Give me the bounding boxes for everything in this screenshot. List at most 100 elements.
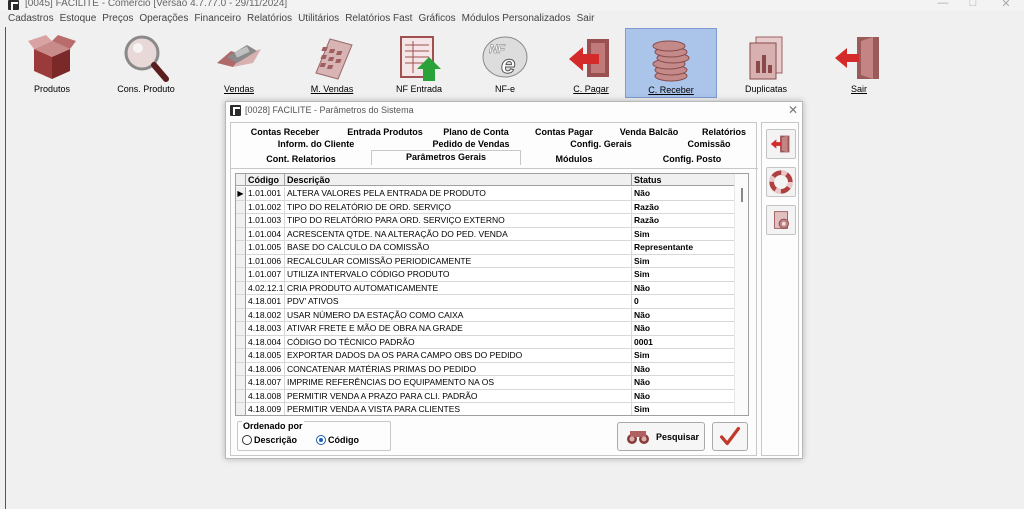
menu-graficos[interactable]: Gráficos <box>418 11 455 27</box>
toolbar-duplicatas[interactable]: Duplicatas <box>720 28 812 98</box>
grid-header-status[interactable]: Status <box>632 174 736 186</box>
grid-header-codigo[interactable]: Código <box>246 174 285 186</box>
toolbar-cons-produto[interactable]: Cons. Produto <box>100 28 192 98</box>
close-button[interactable]: ✕ <box>995 0 1017 11</box>
table-row[interactable]: 4.18.007 IMPRIME REFERÊNCIAS DO EQUIPAMEN… <box>236 376 736 390</box>
cell-status: Representante <box>632 241 736 255</box>
tab-entrada-produtos[interactable]: Entrada Produtos <box>339 126 431 138</box>
main-toolbar: Produtos Cons. Produto Vendas M. Vendas … <box>10 27 1020 99</box>
side-help-button[interactable] <box>766 167 796 197</box>
toolbar-c-pagar[interactable]: C. Pagar <box>545 28 637 98</box>
pay-icon <box>569 39 609 77</box>
cell-descricao: CÓDIGO DO TÉCNICO PADRÃO <box>285 335 632 349</box>
table-row[interactable]: 4.18.008 PERMITIR VENDA A PRAZO PARA CLI.… <box>236 389 736 403</box>
tab-inform-cliente[interactable]: Inform. do Cliente <box>231 138 401 150</box>
cell-status: Não <box>632 187 736 201</box>
menu-cadastros[interactable]: Cadastros <box>8 11 54 27</box>
toolbar-c-receber[interactable]: C. Receber <box>625 28 717 98</box>
menu-relatorios[interactable]: Relatórios <box>247 11 292 27</box>
menu-modulos-personalizados[interactable]: Módulos Personalizados <box>462 11 571 27</box>
menu-precos[interactable]: Preços <box>102 11 133 27</box>
table-row[interactable]: 4.18.005 EXPORTAR DADOS DA OS PARA CAMPO … <box>236 349 736 363</box>
row-indicator <box>236 308 246 322</box>
tab-cont-relatorios[interactable]: Cont. Relatorios <box>231 153 371 165</box>
magnifier-icon <box>124 35 169 82</box>
minimize-button[interactable]: — <box>932 0 954 11</box>
toolbar-vendas[interactable]: Vendas <box>193 28 285 98</box>
dialog-close-button[interactable]: ✕ <box>788 103 798 117</box>
tab-modulos[interactable]: Módulos <box>521 153 627 165</box>
tab-venda-balcao[interactable]: Venda Balcão <box>607 126 691 138</box>
menu-estoque[interactable]: Estoque <box>60 11 97 27</box>
table-row[interactable]: 1.01.005 BASE DO CALCULO DA COMISSÃO Repre… <box>236 241 736 255</box>
cell-descricao: UTILIZA INTERVALO CÓDIGO PRODUTO <box>285 268 632 282</box>
tab-plano-de-conta[interactable]: Plano de Conta <box>431 126 521 138</box>
side-exit-button[interactable] <box>766 129 796 159</box>
table-row[interactable]: 1.01.006 RECALCULAR COMISSÃO PERIODICAMEN… <box>236 254 736 268</box>
toolbar-m-vendas[interactable]: M. Vendas <box>286 28 378 98</box>
table-row[interactable]: 4.18.006 CONCATENAR MATÉRIAS PRIMAS DO PE… <box>236 362 736 376</box>
cell-codigo: 1.01.004 <box>246 227 285 241</box>
cell-status: Sim <box>632 227 736 241</box>
tab-contas-pagar[interactable]: Contas Pagar <box>521 126 607 138</box>
row-indicator <box>236 268 246 282</box>
row-indicator <box>236 335 246 349</box>
menu-bar: Cadastros Estoque Preços Operações Finan… <box>0 11 1024 27</box>
toolbar-label: Sair <box>850 84 867 94</box>
grid-indicator-header <box>236 174 246 186</box>
table-row[interactable]: 4.18.009 PERMITIR VENDA A VISTA PARA CLIE… <box>236 403 736 415</box>
radio-label: Descrição <box>254 435 298 445</box>
radio-order-codigo[interactable]: Código <box>316 435 359 447</box>
table-row[interactable]: 1.01.003 TIPO DO RELATÓRIO PARA ORD. SERV… <box>236 214 736 228</box>
cell-codigo: 4.18.008 <box>246 389 285 403</box>
cell-status: Razão <box>632 200 736 214</box>
documents-icon <box>749 36 783 80</box>
tab-divider <box>231 168 758 169</box>
toolbar-nfe[interactable]: NF e NF-e <box>459 28 551 98</box>
table-row[interactable]: 4.18.002 USAR NÚMERO DA ESTAÇÃO COMO CAIX… <box>236 308 736 322</box>
cell-status: 0001 <box>632 335 736 349</box>
side-settings-button[interactable] <box>766 205 796 235</box>
coins-icon <box>652 40 690 82</box>
menu-relatorios-fast[interactable]: Relatórios Fast <box>345 11 412 27</box>
row-indicator <box>236 241 246 255</box>
tab-relatorios[interactable]: Relatórios <box>691 126 757 138</box>
cell-status: Não <box>632 376 736 390</box>
toolbar-produtos[interactable]: Produtos <box>6 28 98 98</box>
table-row[interactable]: 4.18.004 CÓDIGO DO TÉCNICO PADRÃO 0001 <box>236 335 736 349</box>
table-row[interactable]: 1.01.004 ACRESCENTA QTDE. NA ALTERAÇÃO DO… <box>236 227 736 241</box>
table-row[interactable]: ▶ 1.01.001 ALTERA VALORES PELA ENTRADA DE … <box>236 187 736 201</box>
cell-status: Não <box>632 362 736 376</box>
cell-descricao: USAR NÚMERO DA ESTAÇÃO COMO CAIXA <box>285 308 632 322</box>
tab-pedido-de-vendas[interactable]: Pedido de Vendas <box>401 138 541 150</box>
tab-config-posto[interactable]: Config. Posto <box>627 153 757 165</box>
menu-sair[interactable]: Sair <box>577 11 595 27</box>
table-row[interactable]: 4.18.003 ATIVAR FRETE E MÃO DE OBRA NA GR… <box>236 322 736 336</box>
toolbar-nf-entrada[interactable]: NF Entrada <box>373 28 465 98</box>
grid-header-descricao[interactable]: Descrição <box>285 174 632 186</box>
table-row[interactable]: 4.18.001 PDV' ATIVOS 0 <box>236 295 736 309</box>
row-indicator <box>236 200 246 214</box>
radio-order-descricao[interactable]: Descrição <box>242 435 297 447</box>
scrollbar-thumb[interactable] <box>741 188 743 202</box>
tab-parametros-gerais[interactable]: Parâmetros Gerais <box>371 150 521 165</box>
maximize-button[interactable]: □ <box>962 0 984 11</box>
tab-comissao[interactable]: Comissão <box>661 138 757 150</box>
search-button[interactable]: Pesquisar <box>617 422 705 451</box>
table-row[interactable]: 1.01.007 UTILIZA INTERVALO CÓDIGO PRODUTO… <box>236 268 736 282</box>
gear-doc-icon <box>774 211 789 229</box>
tab-contas-receber[interactable]: Contas Receber <box>231 126 339 138</box>
menu-utilitarios[interactable]: Utilitários <box>298 11 339 27</box>
table-row[interactable]: 1.01.002 TIPO DO RELATÓRIO DE ORD. SERVIÇ… <box>236 200 736 214</box>
exit-door-icon <box>835 37 879 79</box>
tab-config-gerais[interactable]: Config. Gerais <box>541 138 661 150</box>
cell-descricao: ACRESCENTA QTDE. NA ALTERAÇÃO DO PED. VE… <box>285 227 632 241</box>
toolbar-sair[interactable]: Sair <box>813 28 905 98</box>
menu-operacoes[interactable]: Operações <box>139 11 188 27</box>
menu-financeiro[interactable]: Financeiro <box>194 11 241 27</box>
grid-scrollbar[interactable] <box>734 174 748 415</box>
confirm-button[interactable] <box>712 422 748 451</box>
parameters-grid[interactable]: Código Descrição Status ▶ 1.01.001 ALTERA … <box>235 173 749 416</box>
table-row[interactable]: 4.02.12.1 CRIA PRODUTO AUTOMATICAMENTE Não <box>236 281 736 295</box>
cell-status: Não <box>632 308 736 322</box>
